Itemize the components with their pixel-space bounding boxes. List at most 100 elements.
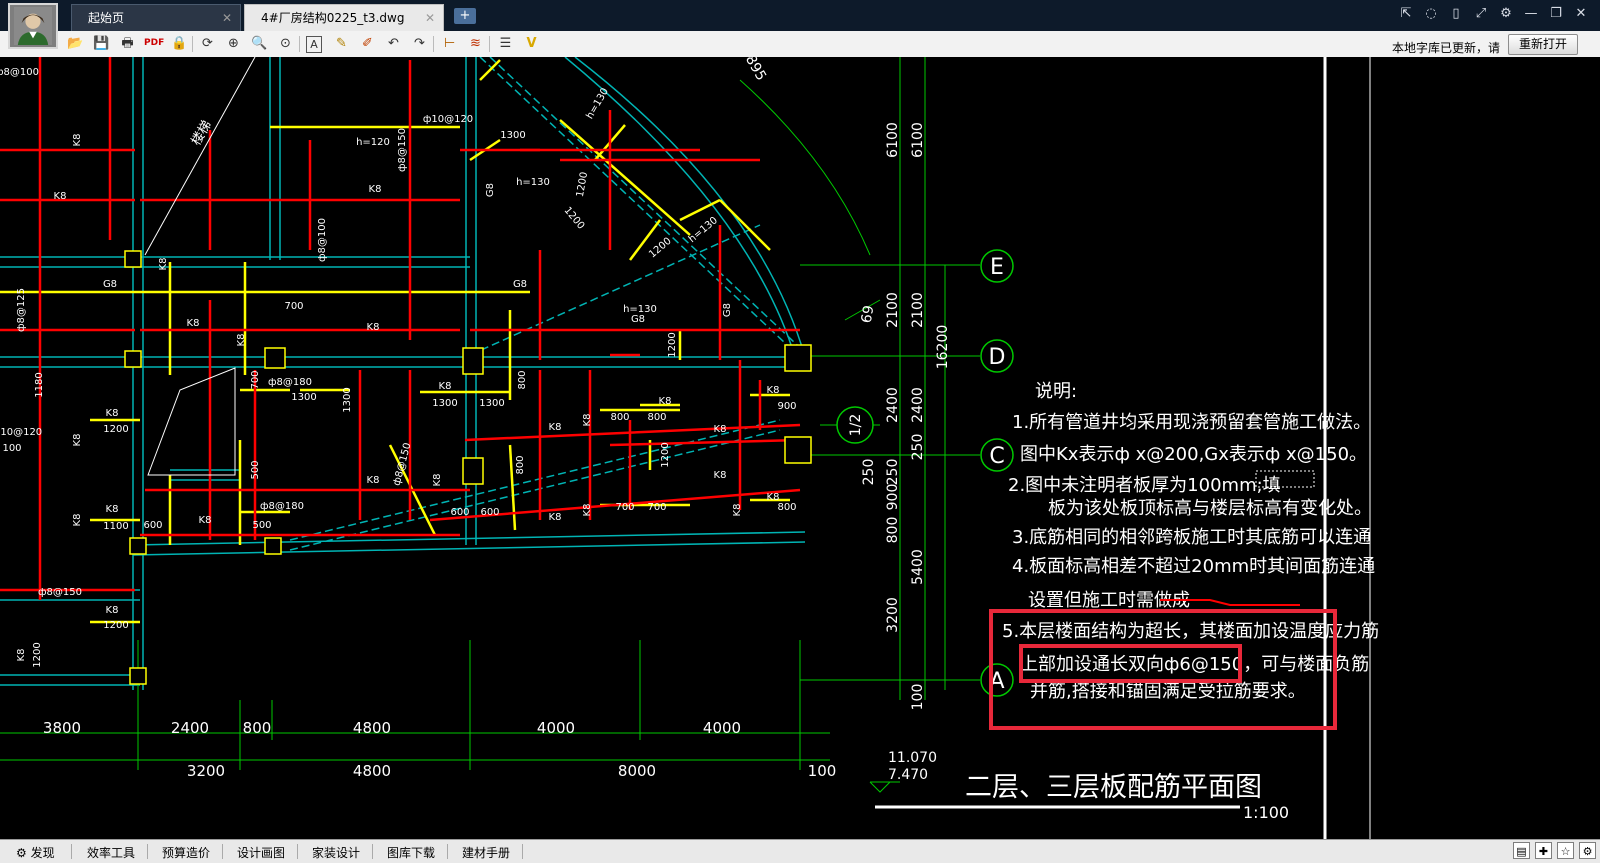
star-icon[interactable]: ☆ [1557,842,1574,859]
tab-start-page[interactable]: 起始页 ✕ [71,4,241,31]
model-space-icon[interactable]: ▤ [1513,842,1530,859]
slab-thickness-label: h=130 [687,215,720,245]
dim-label: 1300 [342,387,353,412]
dim-label: 1200 [103,620,128,631]
rebar-label: K8 [549,512,562,523]
zoom-icon[interactable]: 🔍 [250,34,269,53]
status-divider [522,844,523,859]
refresh-icon[interactable]: ⟳ [198,34,217,53]
axis-label: D [989,345,1006,370]
dim-label: 800 [515,455,526,474]
markup-icon[interactable]: ✐ [358,34,377,53]
rebar-label: K8 [187,318,200,329]
dim-label: 1200 [562,205,587,232]
rebar-label: ф8@100 [317,218,328,262]
text-icon[interactable]: A [306,36,322,53]
font-update-notice: 本地字库已更新，请 [1391,41,1500,55]
close-icon[interactable]: ✕ [222,5,232,31]
rebar-label: K8 [714,470,727,481]
settings-icon[interactable]: ⚙ [1579,842,1596,859]
undo-icon[interactable]: ↶ [384,34,403,53]
dim-text: 4800 [353,762,391,780]
axis-label-half: 1/2 [848,414,864,437]
axis-label: E [990,255,1004,280]
rebar-label: G8 [103,279,117,290]
rebar-label: K8 [549,422,562,433]
restore-icon[interactable]: ❐ [1546,6,1566,21]
redo-icon[interactable]: ↷ [410,34,429,53]
rebar-label: K8 [158,258,169,271]
gallery-download-tab[interactable]: 图库下载 [387,844,435,861]
slab-thickness-label: h=130 [585,86,611,121]
new-tab-button[interactable]: + [454,8,476,24]
rebar-label: K8 [106,605,119,616]
dim-label: 1200 [667,332,678,357]
rebar-label: ф8@150 [397,128,408,172]
measure-icon[interactable]: ⊢ [440,34,459,53]
column [264,537,282,555]
zoom-extents-icon[interactable]: ⊙ [276,34,295,53]
minimize-icon[interactable]: — [1521,6,1541,21]
lock-icon[interactable]: 🔒 [170,34,189,53]
chat-icon[interactable]: ◌ [1421,6,1441,21]
rebar-label: ф10@120 [423,114,473,125]
rebar-label: K8 [659,396,672,407]
rebar-label: K8 [732,504,743,517]
rebar-label: ф10@120 [0,427,42,438]
scale-text: 1:100 [1243,803,1289,822]
layers-icon[interactable]: ☰ [496,34,515,53]
reopen-button[interactable]: 重新打开 [1508,34,1578,55]
budget-tab[interactable]: 预算造价 [162,844,210,861]
tab-drawing[interactable]: 4#厂房结构0225_t3.dwg ✕ [244,4,444,31]
zoom-window-icon[interactable]: ⊕ [224,34,243,53]
status-divider [447,844,448,859]
dimension-icon[interactable]: ≋ [466,34,485,53]
dim-label: 1200 [103,424,128,435]
dim-text-total: 16200 [935,325,951,370]
dim-text: 2100 [885,292,901,328]
drawing-canvas[interactable]: E D C A 1/2 6100 2100 2400 250 900 800 5… [0,57,1600,839]
design-drawing-tab[interactable]: 设计画图 [237,844,285,861]
dim-text: 800 [885,517,901,544]
diagonal-wall [469,224,761,356]
share-icon[interactable]: ⇱ [1396,6,1416,21]
rebar-label: G8 [485,183,496,197]
title-bar: 起始页 ✕ 4#厂房结构0225_t3.dwg ✕ + ⇱ ◌ ▯ ⤢ ⚙ — … [0,0,1600,32]
home-design-tab[interactable]: 家装设计 [312,844,360,861]
dim-text: 2400 [885,387,901,423]
wall-line [132,541,806,556]
open-icon[interactable]: 📂 [66,34,85,53]
rebar-bottom [609,438,801,447]
mobile-icon[interactable]: ▯ [1446,6,1466,21]
gear-icon[interactable]: ⚙ [1496,6,1516,21]
dim-label: 1200 [32,642,43,667]
crosshair-icon[interactable]: ✚ [1535,842,1552,859]
slab-thickness-label: h=130 [516,177,550,188]
rebar-label: G8 [513,279,527,290]
avatar[interactable] [8,3,58,49]
dim-label: 500 [250,460,261,479]
tab-label: 4#厂房结构0225_t3.dwg [261,11,405,25]
pdf-icon[interactable]: PDF [144,34,164,53]
status-divider [222,844,223,859]
dim-label: 800 [517,370,528,389]
vip-icon[interactable]: V [522,34,541,53]
dim-text: 2400 [910,387,926,423]
close-window-icon[interactable]: ✕ [1571,6,1591,21]
rebar-diag [479,59,501,81]
close-icon[interactable]: ✕ [425,5,435,31]
materials-manual-tab[interactable]: 建材手册 [462,844,510,861]
dim-text: 800 [243,719,272,737]
fullscreen-icon[interactable]: ⤢ [1471,6,1491,21]
rebar-label: K8 [72,514,83,527]
efficiency-tools-tab[interactable]: 效率工具 [87,844,135,861]
discover-tab[interactable]: ⚙ 发现 [16,844,55,861]
dim-label: 1180 [34,372,45,397]
save-icon[interactable]: 💾 [92,34,111,53]
note-line: 并筋,搭接和锚固满足受拉筋要求。 [1030,681,1306,702]
dim-label: 1200 [575,171,590,198]
status-divider [372,844,373,859]
print-icon[interactable]: 🖶 [118,34,137,53]
notes-heading: 说明: [1035,381,1077,402]
pencil-icon[interactable]: ✎ [332,34,351,53]
